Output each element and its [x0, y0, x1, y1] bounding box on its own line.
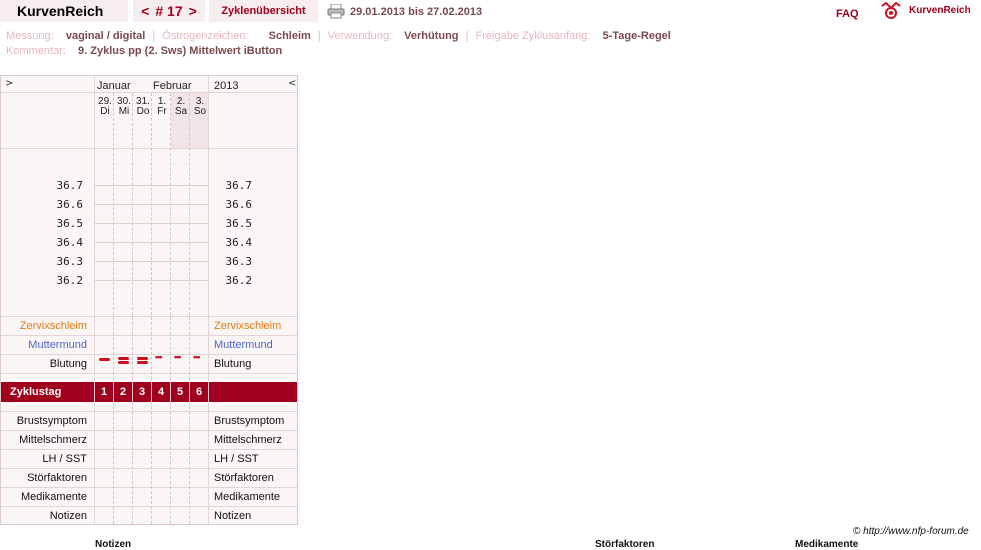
- bleeding-mark[interactable]: [137, 361, 148, 364]
- cycle-day-number: 5: [176, 386, 184, 398]
- row-label-brustsymptom-right[interactable]: Brustsymptom: [214, 415, 284, 427]
- messung-value: vaginal / digital: [65, 30, 146, 42]
- row-label-brustsymptom[interactable]: Brustsymptom: [1, 415, 87, 427]
- year-label: 2013: [214, 80, 239, 92]
- nav-back-button[interactable]: <: [288, 78, 296, 89]
- row-label-mittelschmerz-right[interactable]: Mittelschmerz: [214, 434, 282, 446]
- bleeding-spotting-mark[interactable]: •••: [155, 352, 163, 362]
- temp-label-right: 36.4: [225, 236, 253, 249]
- kommentar-label: Kommentar:: [6, 45, 66, 57]
- row-label-blutung-right: Blutung: [214, 358, 252, 370]
- temp-label-right: 36.5: [225, 217, 253, 230]
- freigabe-value: 5-Tage-Regel: [602, 30, 671, 42]
- row-label-medikamente[interactable]: Medikamente: [1, 491, 87, 503]
- temp-label-left: 36.3: [56, 255, 84, 268]
- day-column-header[interactable]: 2. Sa: [172, 97, 190, 117]
- bleeding-mark[interactable]: [118, 361, 129, 364]
- temp-label-left: 36.4: [56, 236, 84, 249]
- temp-label-right: 36.6: [225, 198, 253, 211]
- row-label-stoerfaktoren-right[interactable]: Störfaktoren: [214, 472, 274, 484]
- freigabe-label: Freigabe Zyklusanfang:: [475, 30, 591, 42]
- kurvenreich-logo-icon[interactable]: [880, 2, 902, 20]
- row-label-zervixschleim[interactable]: Zervixschleim: [1, 320, 87, 332]
- day-column-header[interactable]: 3. So: [191, 97, 209, 117]
- row-label-medikamente-right[interactable]: Medikamente: [214, 491, 280, 503]
- prev-cycle-button[interactable]: <: [141, 3, 149, 19]
- cycle-day-label: Zyklustag: [10, 386, 62, 398]
- row-label-muttermund-right[interactable]: Muttermund: [214, 339, 273, 351]
- footer-stoerfaktoren-heading: Störfaktoren: [595, 539, 655, 550]
- cycle-day-number: 6: [195, 386, 203, 398]
- row-label-muttermund[interactable]: Muttermund: [1, 339, 87, 351]
- bleeding-mark[interactable]: [118, 357, 129, 360]
- row-label-notizen-right[interactable]: Notizen: [214, 510, 251, 522]
- faq-link[interactable]: FAQ: [836, 8, 859, 20]
- row-label-blutung: Blutung: [49, 358, 87, 370]
- verwendung-label: Verwendung:: [327, 30, 393, 42]
- logo-text[interactable]: KurvenReich: [909, 5, 971, 16]
- oestrogen-value: Schleim: [268, 30, 311, 42]
- month-january: Januar: [97, 80, 131, 92]
- brand-text: KurvenReich: [17, 3, 104, 19]
- day-column-header[interactable]: 1. Fr: [153, 97, 171, 117]
- cycle-day-number: 3: [138, 386, 146, 398]
- printer-icon[interactable]: [327, 4, 345, 19]
- cycle-chart-panel: > < Januar Februar 2013 29. Di 30. Mi 31. D…: [0, 75, 298, 525]
- temp-label-left: 36.5: [56, 217, 84, 230]
- brand-title[interactable]: KurvenReich: [0, 0, 128, 22]
- day-column-header[interactable]: 31. Do: [134, 97, 152, 117]
- temp-label-left: 36.6: [56, 198, 84, 211]
- meta-row-2: Kommentar: 9. Zyklus pp (2. Sws) Mittelw…: [6, 45, 282, 57]
- cycle-day-number: 1: [100, 386, 108, 398]
- nav-forward-button[interactable]: >: [5, 78, 13, 89]
- day-column-header[interactable]: 30. Mi: [115, 97, 133, 117]
- cycle-day-number: 4: [157, 386, 165, 398]
- footer-notizen-heading: Notizen: [95, 539, 132, 550]
- bleeding-mark[interactable]: [99, 358, 110, 361]
- bleeding-mark[interactable]: [137, 357, 148, 360]
- row-label-lh-sst-right[interactable]: LH / SST: [214, 453, 259, 465]
- verwendung-value: Verhütung: [404, 30, 459, 42]
- row-label-stoerfaktoren[interactable]: Störfaktoren: [1, 472, 87, 484]
- day-column-header[interactable]: 29. Di: [96, 97, 114, 117]
- temp-label-left: 36.7: [56, 179, 84, 192]
- row-label-zervixschleim-right[interactable]: Zervixschleim: [214, 320, 281, 332]
- meta-row-1: Messung: vaginal / digital | Östrogenzei…: [6, 30, 671, 42]
- temp-label-right: 36.2: [225, 274, 253, 287]
- row-label-mittelschmerz[interactable]: Mittelschmerz: [1, 434, 87, 446]
- kommentar-value: 9. Zyklus pp (2. Sws) Mittelwert iButton: [78, 45, 283, 57]
- temp-label-right: 36.3: [225, 255, 253, 268]
- cycle-navigator: < # 17 >: [133, 0, 205, 22]
- cycle-overview-link[interactable]: Zyklenübersicht: [209, 0, 318, 22]
- row-label-notizen[interactable]: Notizen: [1, 510, 87, 522]
- oestrogen-label: Östrogenzeichen:: [162, 30, 249, 42]
- bleeding-spotting-mark[interactable]: •••: [174, 352, 182, 362]
- temp-label-left: 36.2: [56, 274, 84, 287]
- next-cycle-button[interactable]: >: [189, 3, 197, 19]
- messung-label: Messung:: [6, 30, 54, 42]
- row-label-lh-sst[interactable]: LH / SST: [1, 453, 87, 465]
- footer-medikamente-heading: Medikamente: [795, 539, 859, 550]
- cycle-number: # 17: [155, 3, 183, 19]
- temp-label-right: 36.7: [225, 179, 253, 192]
- bleeding-spotting-mark[interactable]: •••: [193, 352, 201, 362]
- month-february: Februar: [153, 80, 192, 92]
- date-range: 29.01.2013 bis 27.02.2013: [350, 6, 483, 18]
- cycle-overview-label: Zyklenübersicht: [221, 5, 306, 17]
- cycle-day-number: 2: [119, 386, 127, 398]
- copyright-text[interactable]: © http://www.nfp-forum.de: [853, 526, 969, 537]
